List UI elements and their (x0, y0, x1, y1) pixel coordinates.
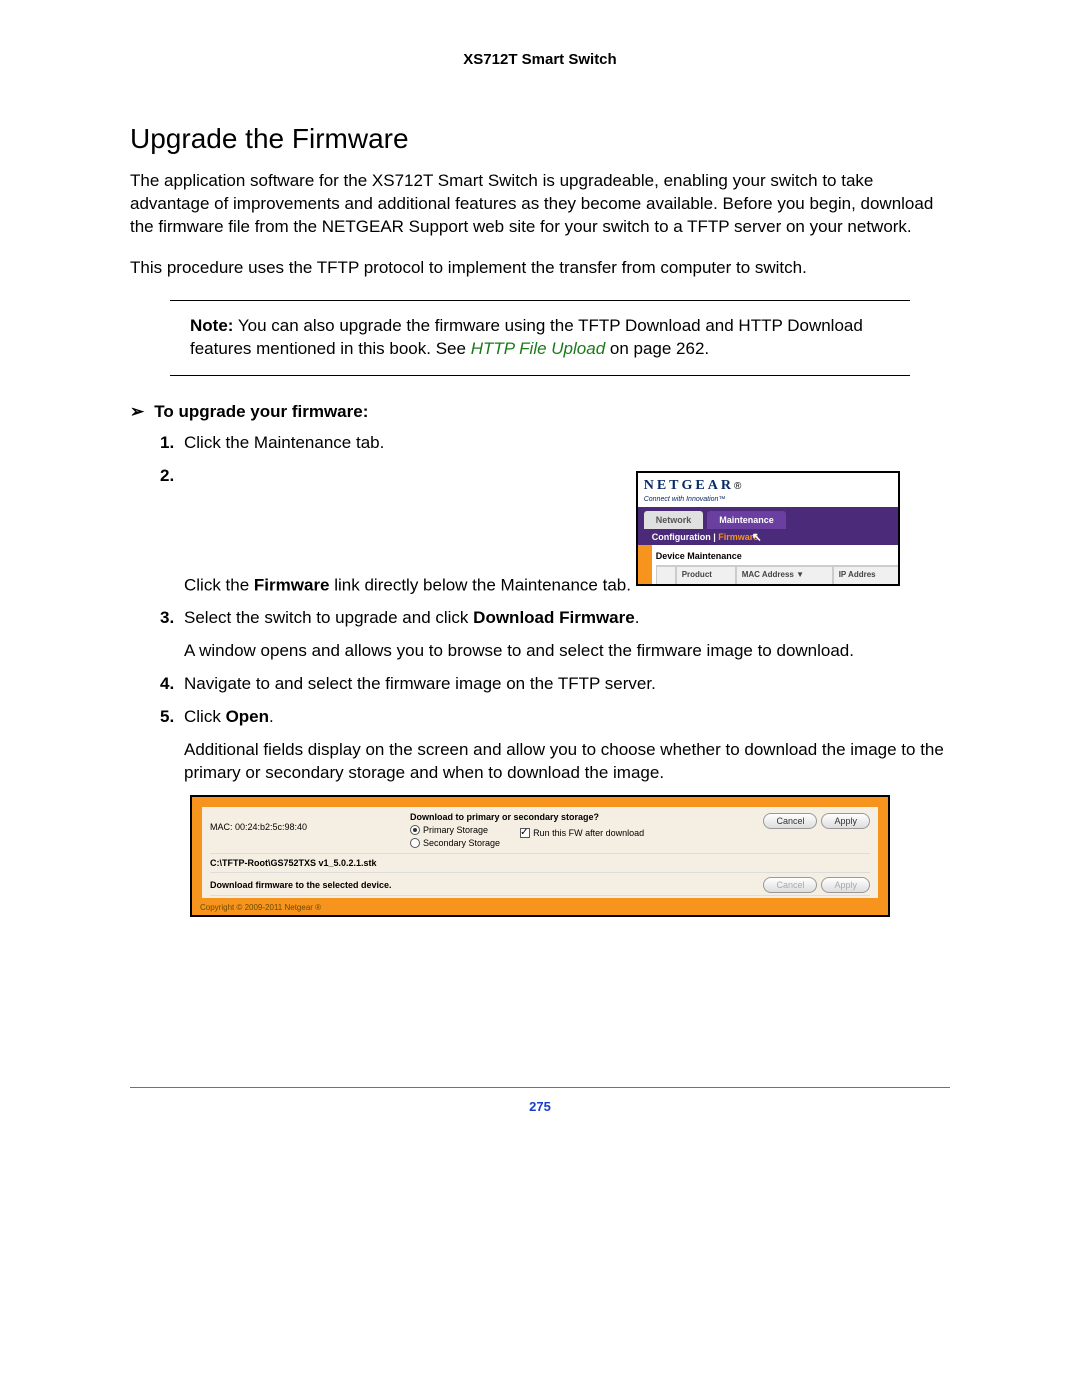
subnav-configuration[interactable]: Configuration (652, 532, 711, 542)
apply-button-disabled: Apply (821, 877, 870, 893)
step-2-text-a: Click the (184, 575, 254, 594)
step-5-text-a: Click (184, 707, 226, 726)
copyright-bar: Copyright © 2009-2011 Netgear ® (192, 902, 888, 915)
note-rule-top (170, 300, 910, 301)
note-rule-bottom (170, 375, 910, 376)
header-product: XS712T Smart Switch (130, 50, 950, 70)
screenshot-netgear-ui: NETGEAR® Connect with Innovation™ Networ… (636, 471, 900, 586)
step-3-text-a: Select the switch to upgrade and click (184, 608, 473, 627)
step-5-bold: Open (226, 707, 269, 726)
netgear-logo: NETGEAR (644, 478, 734, 493)
col-product[interactable]: Product (676, 566, 736, 584)
procedure-title-row: ➢ To upgrade your firmware: (130, 401, 950, 424)
radio-primary-label: Primary Storage (423, 824, 488, 836)
page-footer: 275 (130, 1087, 950, 1116)
chevron-icon: ➢ (130, 402, 144, 421)
intro-paragraph-1: The application software for the XS712T … (130, 170, 950, 239)
step-1-text: Click the Maintenance tab. (184, 433, 384, 452)
radio-secondary-label: Secondary Storage (423, 837, 500, 849)
col-checkbox[interactable] (656, 566, 676, 584)
download-message: Download firmware to the selected device… (210, 879, 759, 891)
checkbox-run-fw-label: Run this FW after download (533, 827, 644, 839)
storage-question: Download to primary or secondary storage… (410, 811, 670, 823)
step-3-text-c: . (635, 608, 640, 627)
steps-list: Click the Maintenance tab. Click the Fir… (160, 432, 950, 785)
netgear-tagline: Connect with Innovation™ (644, 495, 892, 504)
file-path: C:\TFTP-Root\GS752TXS v1_5.0.2.1.stk (210, 853, 870, 873)
step-4: Navigate to and select the firmware imag… (160, 673, 950, 696)
device-maintenance-title: Device Maintenance (656, 547, 898, 566)
checkbox-run-fw[interactable] (520, 828, 530, 838)
col-ip[interactable]: IP Addres (833, 566, 898, 584)
step-2-text-c: link directly below the Maintenance tab. (330, 575, 631, 594)
procedure-title: To upgrade your firmware: (154, 402, 368, 421)
note-text-after: on page 262. (605, 339, 709, 358)
step-3-extra: A window opens and allows you to browse … (184, 640, 950, 663)
cancel-button-disabled: Cancel (763, 877, 817, 893)
step-2-bold: Firmware (254, 575, 330, 594)
apply-button[interactable]: Apply (821, 813, 870, 829)
screenshot-download-dialog: MAC: 00:24:b2:5c:98:40 Download to prima… (190, 795, 890, 918)
note-label: Note: (190, 316, 233, 335)
tab-network[interactable]: Network (644, 511, 704, 529)
section-heading: Upgrade the Firmware (130, 120, 950, 158)
intro-paragraph-2: This procedure uses the TFTP protocol to… (130, 257, 950, 280)
radio-secondary[interactable] (410, 838, 420, 848)
step-4-text: Navigate to and select the firmware imag… (184, 674, 656, 693)
cancel-button[interactable]: Cancel (763, 813, 817, 829)
step-5-text-c: . (269, 707, 274, 726)
step-1: Click the Maintenance tab. (160, 432, 950, 455)
page-number: 275 (529, 1099, 551, 1114)
note-block: Note: You can also upgrade the firmware … (170, 300, 910, 376)
step-2: Click the Firmware link directly below t… (160, 465, 950, 597)
note-link[interactable]: HTTP File Upload (471, 339, 605, 358)
mac-label: MAC: 00:24:b2:5c:98:40 (210, 811, 410, 833)
tab-maintenance[interactable]: Maintenance (707, 511, 786, 529)
col-mac[interactable]: MAC Address ▼ (736, 566, 833, 584)
step-5: Click Open. Additional fields display on… (160, 706, 950, 785)
radio-primary[interactable] (410, 825, 420, 835)
netgear-reg: ® (734, 481, 741, 492)
step-3: Select the switch to upgrade and click D… (160, 607, 950, 663)
step-5-extra: Additional fields display on the screen … (184, 739, 950, 785)
step-3-bold: Download Firmware (473, 608, 635, 627)
